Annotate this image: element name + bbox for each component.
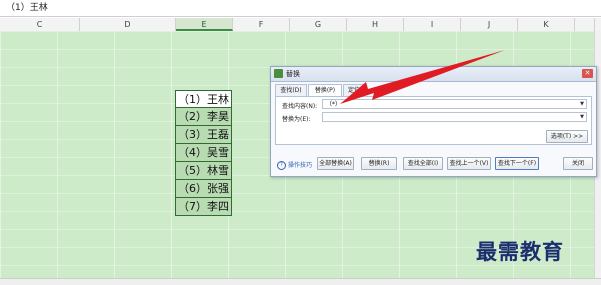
find-input-value: （*）: [326, 101, 342, 108]
close-button[interactable]: 关闭: [563, 157, 593, 170]
column-header-d[interactable]: D: [80, 18, 176, 31]
tips-link[interactable]: ? 操作技巧: [277, 160, 312, 170]
column-header-f[interactable]: F: [233, 18, 290, 31]
find-input[interactable]: （*） ▼: [322, 99, 587, 109]
cell-e1[interactable]: （1）王林: [175, 90, 232, 108]
column-header-row: CDEFGHIJK: [0, 18, 601, 32]
cell-e3[interactable]: （3）王磊: [175, 126, 232, 144]
cell-e7[interactable]: （7）李四: [175, 198, 232, 216]
selected-cell-range[interactable]: （1）王林 （2）李昊 （3）王磊 （4）吴雪 （5）林雪 （6）张强 （7）李…: [175, 90, 232, 216]
column-header-h[interactable]: H: [347, 18, 404, 31]
options-button[interactable]: 选项(T) >>: [546, 130, 588, 143]
column-header-blank[interactable]: [575, 18, 595, 31]
tab-find[interactable]: 查找(D): [275, 84, 307, 96]
cell-e6[interactable]: （6）张强: [175, 180, 232, 198]
column-header-e[interactable]: E: [176, 18, 233, 31]
column-header-c[interactable]: C: [0, 18, 80, 31]
cell-e4[interactable]: （4）吴雪: [175, 144, 232, 162]
find-label: 查找内容(N):: [282, 103, 318, 110]
chevron-down-icon[interactable]: ▼: [580, 113, 584, 122]
replace-label: 替换为(E):: [282, 116, 311, 123]
dialog-title-bar[interactable]: 替换 ✕: [271, 67, 596, 82]
watermark-text: 最需教育: [476, 239, 564, 264]
app-icon: [274, 69, 283, 78]
help-icon: ?: [277, 161, 286, 170]
chevron-down-icon[interactable]: ▼: [580, 100, 584, 109]
column-header-j[interactable]: J: [461, 18, 518, 31]
find-previous-button[interactable]: 查找上一个(V): [447, 157, 491, 170]
formula-bar[interactable]: （1）王林: [0, 0, 601, 17]
cell-e2[interactable]: （2）李昊: [175, 108, 232, 126]
tips-label[interactable]: 操作技巧: [288, 162, 312, 169]
replace-input[interactable]: ▼: [322, 112, 587, 122]
replace-all-button[interactable]: 全部替换(A): [317, 157, 354, 170]
column-header-g[interactable]: G: [290, 18, 347, 31]
column-header-i[interactable]: I: [404, 18, 461, 31]
tab-goto[interactable]: 定位(G): [343, 84, 365, 96]
replace-panel: 查找内容(N): （*） ▼ 替换为(E): ▼ 选项(T) >>: [275, 96, 592, 145]
cell-e5[interactable]: （5）林雪: [175, 162, 232, 180]
column-header-k[interactable]: K: [518, 18, 575, 31]
close-icon[interactable]: ✕: [582, 69, 593, 78]
replace-button[interactable]: 替换(R): [361, 157, 397, 170]
find-all-button[interactable]: 查找全部(I): [403, 157, 443, 170]
dialog-title: 替换: [286, 70, 300, 78]
replace-dialog: 替换 ✕ 查找(D) 替换(P) 定位(G) 查找内容(N): （*） ▼ 替换…: [270, 66, 597, 177]
find-next-button[interactable]: 查找下一个(F): [495, 157, 539, 170]
